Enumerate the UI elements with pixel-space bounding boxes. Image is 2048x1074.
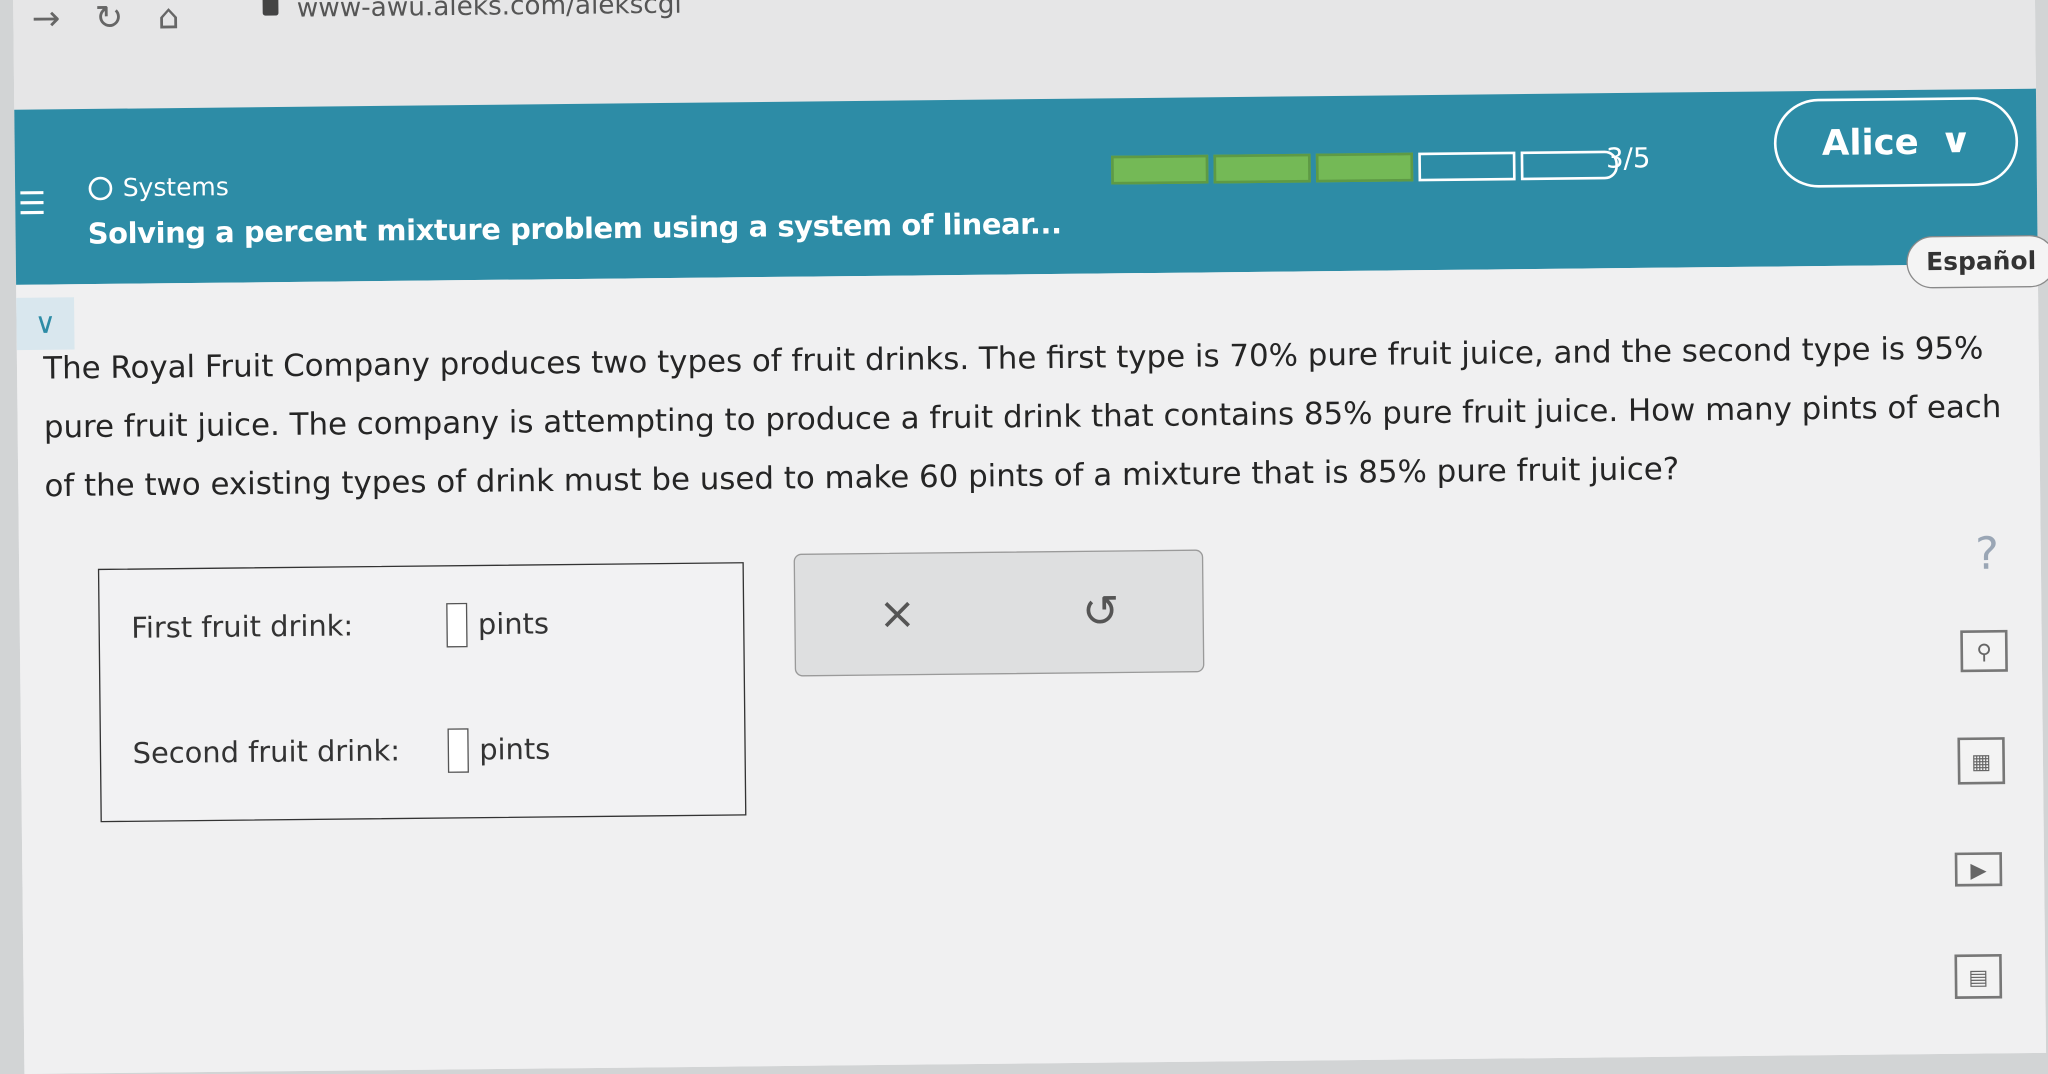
problem-area: ∨ Español The Royal Fruit Company produc…: [16, 234, 2048, 1074]
section-ring-icon: [88, 176, 113, 201]
answer-unit: pints: [477, 607, 550, 642]
user-menu-button[interactable]: Alice ∨: [1773, 96, 2019, 189]
clear-button[interactable]: ×: [878, 588, 916, 641]
forward-icon[interactable]: →: [32, 0, 61, 39]
language-button[interactable]: Español: [1906, 234, 2048, 289]
help-icon[interactable]: ?: [1975, 528, 1999, 581]
progress-segment: [1418, 151, 1516, 182]
chevron-down-icon: ∨: [34, 307, 57, 341]
browser-window: → ↻ ⌂ www-awu.aleks.com/alekscgi ☰ Syste…: [13, 0, 2048, 1074]
topic-header: ☰ Systems Solving a percent mixture prob…: [14, 88, 2038, 285]
reload-icon[interactable]: ↻: [95, 0, 124, 38]
calculator-icon[interactable]: ▦: [1957, 737, 2006, 785]
progress-bar: [1111, 150, 1619, 185]
video-icon[interactable]: ▶: [1954, 852, 2003, 887]
progress-count: 3/5: [1605, 142, 1651, 175]
worksheet-icon[interactable]: ▤: [1954, 954, 2003, 999]
menu-icon[interactable]: ☰: [18, 185, 47, 222]
answer-label: First fruit drink:: [131, 609, 354, 645]
glossary-icon[interactable]: ⚲: [1960, 629, 2008, 673]
progress-segment: [1315, 152, 1414, 183]
progress-segment: [1520, 150, 1619, 181]
address-bar[interactable]: www-awu.aleks.com/alekscgi: [297, 0, 682, 23]
photo-frame: → ↻ ⌂ www-awu.aleks.com/alekscgi ☰ Syste…: [0, 0, 2048, 1074]
answer-unit: pints: [479, 733, 551, 767]
answer-row-second: Second fruit drink: pints: [132, 727, 550, 776]
first-drink-input[interactable]: [446, 602, 468, 648]
section-label: Systems: [88, 172, 229, 203]
section-name: Systems: [122, 172, 229, 203]
progress-segment: [1111, 154, 1209, 185]
answer-row-first: First fruit drink: pints: [131, 602, 549, 651]
chevron-down-icon: ∨: [1939, 122, 1974, 162]
problem-statement: The Royal Fruit Company produces two typ…: [43, 329, 2002, 505]
answer-label: Second fruit drink:: [132, 734, 401, 771]
second-drink-input[interactable]: [447, 728, 469, 773]
home-icon[interactable]: ⌂: [158, 0, 180, 38]
lock-icon: [262, 0, 279, 16]
undo-button[interactable]: ↺: [1082, 586, 1120, 639]
user-name: Alice: [1821, 121, 1919, 164]
topic-title: Solving a percent mixture problem using …: [87, 208, 1062, 252]
progress-segment: [1213, 153, 1311, 184]
answer-actions: × ↺: [793, 549, 1205, 677]
answer-panel: First fruit drink: pints Second fruit dr…: [97, 562, 747, 823]
